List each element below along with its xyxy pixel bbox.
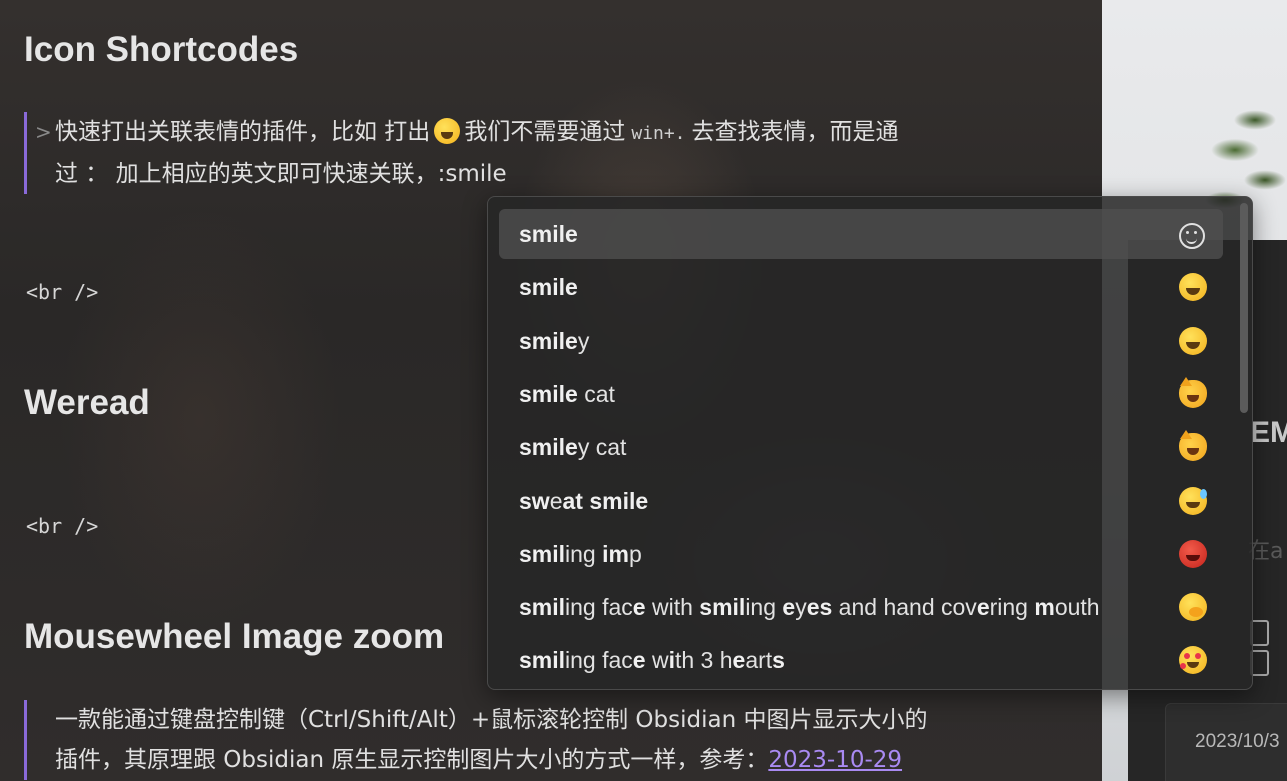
suggestion-item[interactable]: smile cat <box>499 369 1223 419</box>
quote-line: 过 ： 加上相应的英文即可快速关联，:smile <box>55 161 507 187</box>
quote-line: 插件，其原理跟 Obsidian 原生显示控制图片大小的方式一样，参考：2023… <box>55 740 1055 780</box>
suggestion-label: smiley <box>519 327 590 354</box>
smiley-emoji-icon <box>434 118 461 144</box>
heading-icon-shortcodes: Icon Shortcodes <box>24 30 299 69</box>
outline-smile-icon <box>1179 223 1205 249</box>
smile-cat-icon <box>1179 376 1207 408</box>
suggestion-label: smile <box>519 274 578 301</box>
right-pane-text: 在a <box>1248 539 1284 564</box>
hand-over-mouth-icon <box>1179 593 1207 622</box>
suggestion-label: smiling face with 3 hearts <box>519 647 785 674</box>
smiling-imp-icon <box>1179 539 1207 568</box>
quote-line: 一款能通过键盘控制键（Ctrl/Shift/Alt）+鼠标滚轮控制 Obsidi… <box>55 707 928 733</box>
suggestion-label: smiling face with smiling eyes and hand … <box>519 594 1100 621</box>
br-tag-text: <br /> <box>26 280 99 304</box>
inline-code: win+. <box>631 123 686 144</box>
suggestion-item[interactable]: smile <box>499 209 1223 259</box>
smiley-face-icon <box>1179 326 1207 355</box>
suggestion-item[interactable]: smiling face with 3 hearts <box>499 635 1223 685</box>
suggestion-label: smiley cat <box>519 434 627 461</box>
quote-text: 去查找表情，而是通 <box>691 119 899 145</box>
blockquote-mousewheel: 一款能通过键盘控制键（Ctrl/Shift/Alt）+鼠标滚轮控制 Obsidi… <box>24 700 1055 780</box>
suggestion-item[interactable]: smiling face with smiling eyes and hand … <box>499 582 1223 632</box>
right-pane-toolbar[interactable] <box>1250 620 1287 676</box>
suggestion-label: sweat smile <box>519 487 649 514</box>
quote-text: 我们不需要通过 <box>464 119 626 145</box>
quote-text: 插件，其原理跟 Obsidian 原生显示控制图片大小的方式一样，参考： <box>55 747 769 773</box>
right-pane-date: 2023/10/3 <box>1195 731 1280 752</box>
smiley-cat-icon <box>1179 430 1207 462</box>
grinning-squinting-face-icon <box>1179 273 1207 302</box>
suggestion-item[interactable]: sweat smile <box>499 476 1223 526</box>
quote-collapse-icon[interactable]: > <box>35 112 52 152</box>
suggestion-label: smile <box>519 221 578 247</box>
right-pane-heading: EM <box>1250 416 1287 449</box>
quote-line: 快速打出关联表情的插件，比如 打出 我们不需要通过 win+. 去查找表情，而是通 <box>55 112 1055 154</box>
heading-weread: Weread <box>24 383 150 422</box>
smiling-hearts-icon <box>1179 646 1207 675</box>
suggestion-item[interactable]: smiley <box>499 316 1223 366</box>
suggestion-label: smile cat <box>519 380 615 407</box>
br-tag-text: <br /> <box>26 514 99 538</box>
suggestion-item[interactable]: smile <box>499 262 1223 312</box>
app-window: EM 在a 2023/10/3 Icon Shortcodes > 快速打出关联… <box>0 0 1287 781</box>
suggestion-item[interactable]: smiling imp <box>499 529 1223 579</box>
sweat-smile-icon <box>1179 486 1207 515</box>
suggestion-item[interactable]: smiley cat <box>499 422 1223 472</box>
quote-text: 快速打出关联表情的插件，比如 打出 <box>55 119 431 145</box>
popup-scrollbar[interactable] <box>1240 203 1248 413</box>
date-link[interactable]: 2023-10-29 <box>768 747 902 773</box>
suggestion-label: smiling imp <box>519 540 642 567</box>
blockquote-icon-shortcodes: > 快速打出关联表情的插件，比如 打出 我们不需要通过 win+. 去查找表情，而是通… <box>24 112 1055 194</box>
emoji-suggestion-popup[interactable]: smile smile smiley smile cat smiley cat sweat… <box>487 196 1253 690</box>
heading-mousewheel-image-zoom: Mousewheel Image zoom <box>24 617 445 656</box>
